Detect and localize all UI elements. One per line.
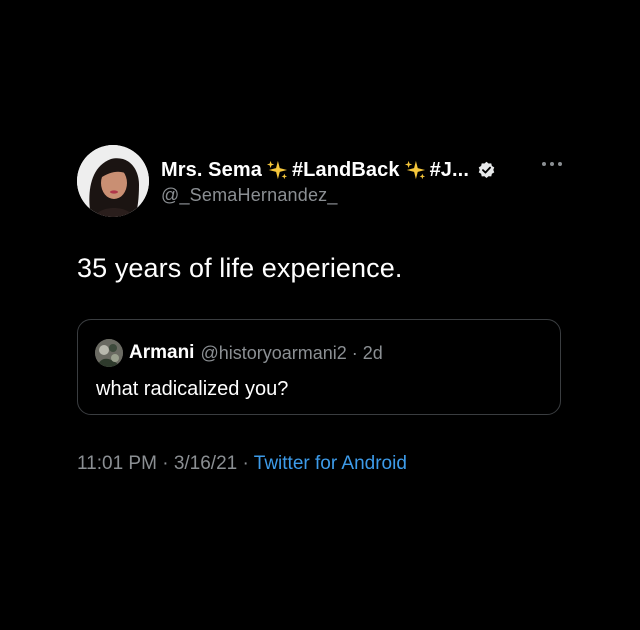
tweet-time[interactable]: 11:01 PM (77, 453, 157, 474)
author-handle[interactable]: @_SemaHernandez_ (161, 185, 561, 206)
tweet-footer: 11:01 PM · 3/16/21 · Twitter for Android (77, 453, 407, 475)
quoted-tweet-text: what radicalized you? (96, 378, 289, 400)
more-options-icon[interactable] (541, 159, 563, 169)
display-name-part: Mrs. Sema (161, 158, 262, 181)
author-names: Mrs. Sema #LandBack #J... @_SemaHernande… (161, 157, 561, 206)
tweet-date[interactable]: 3/16/21 (174, 453, 237, 474)
display-name-part: #LandBack (291, 158, 400, 181)
quoted-author-meta: @historyoarmani2 · 2d (200, 342, 383, 363)
separator: · (156, 453, 174, 474)
quoted-tweet[interactable]: Armani @historyoarmani2 · 2d what radica… (77, 319, 561, 415)
tweet-source-link[interactable]: Twitter for Android (254, 453, 407, 474)
author-avatar[interactable] (77, 145, 149, 217)
sparkles-icon (404, 160, 425, 180)
tweet-text: 35 years of life experience. (77, 253, 403, 283)
author-avatar-image (77, 145, 149, 217)
display-name-part: #J... (429, 158, 469, 181)
sparkles-icon (266, 160, 288, 180)
quoted-author-avatar (95, 339, 123, 367)
display-name-row[interactable]: Mrs. Sema #LandBack #J... (161, 157, 561, 183)
quoted-author-avatar-image (95, 339, 123, 367)
separator: · (237, 453, 254, 474)
verified-badge-icon (478, 161, 495, 178)
quoted-author-name: Armani (129, 342, 195, 363)
tweet: Mrs. Sema #LandBack #J... @_SemaHernande… (77, 145, 565, 474)
tweet-header: Mrs. Sema #LandBack #J... @_SemaHernande… (77, 145, 565, 219)
quoted-tweet-header: Armani @historyoarmani2 · 2d (95, 339, 383, 367)
